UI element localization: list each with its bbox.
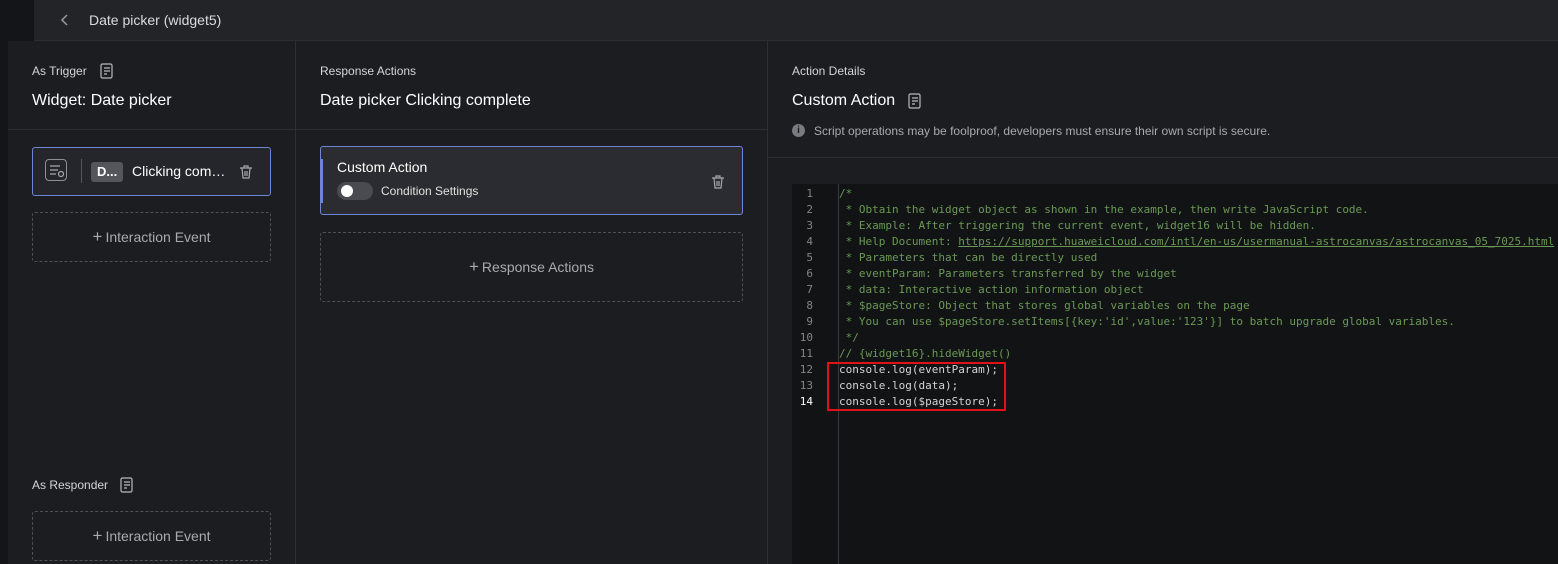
add-interaction-event-button[interactable]: + Interaction Event (32, 212, 271, 262)
selected-indicator (320, 159, 323, 203)
code-line: /* (839, 187, 853, 200)
line-number: 2 (806, 203, 813, 216)
plus-icon: + (92, 227, 103, 246)
trash-icon[interactable] (238, 164, 254, 180)
page-title: Date picker (widget5) (89, 12, 222, 28)
code-line: * eventParam: Parameters transferred by … (839, 267, 1177, 280)
code-line: console.log($pageStore); (839, 395, 998, 408)
condition-settings-label: Condition Settings (381, 184, 479, 198)
code-line: * You can use $pageStore.setItems[{key:'… (839, 315, 1455, 328)
code-line: */ (839, 331, 859, 344)
toggle-knob (341, 185, 353, 197)
add-response-action-button[interactable]: + Response Actions (320, 232, 743, 302)
response-title: Date picker Clicking complete (320, 92, 531, 109)
plus-icon: + (92, 526, 103, 545)
trigger-event-card[interactable]: D... Clicking complete (32, 147, 271, 196)
separator (81, 159, 82, 183)
divider (8, 129, 295, 130)
interaction-panel: As Trigger Widget: Date picker D... Clic… (8, 41, 1558, 564)
security-notice: Script operations may be foolproof, deve… (814, 124, 1271, 138)
document-help-icon[interactable] (100, 63, 114, 79)
info-icon: i (792, 124, 805, 137)
line-number: 13 (799, 379, 813, 392)
document-help-icon[interactable] (120, 477, 134, 493)
code-editor[interactable]: 1 /* 2 * Obtain the widget object as shown… (792, 184, 1558, 564)
code-line: // {widget16}.hideWidget() (839, 347, 1012, 360)
line-number: 3 (806, 219, 813, 232)
line-number: 11 (799, 347, 813, 360)
custom-action-card[interactable]: Custom Action Condition Settings (320, 146, 743, 215)
trigger-widget-title: Widget: Date picker (32, 92, 172, 109)
line-number: 1 (806, 187, 813, 200)
code-line: console.log(eventParam); (839, 363, 998, 376)
line-number: 10 (799, 331, 813, 344)
line-number: 4 (806, 235, 813, 248)
trigger-column: As Trigger Widget: Date picker D... Clic… (8, 41, 296, 564)
trash-icon[interactable] (710, 174, 726, 190)
add-action-label: Response Actions (481, 259, 594, 275)
divider (296, 129, 767, 130)
response-actions-label: Response Actions (320, 64, 417, 78)
add-event-label: Interaction Event (105, 229, 211, 245)
code-line: console.log(data); (839, 379, 959, 392)
line-number: 8 (806, 299, 813, 312)
action-details-column: Action Details Custom Action i Script op… (768, 41, 1558, 564)
line-number: 14 (799, 395, 813, 408)
as-responder-label: As Responder (32, 478, 109, 492)
document-help-icon[interactable] (908, 93, 922, 109)
as-trigger-label: As Trigger (32, 64, 87, 78)
add-responder-event-button[interactable]: + Interaction Event (32, 511, 271, 561)
code-line: * Help Document: https://support.huaweic… (839, 235, 1555, 248)
response-actions-column: Response Actions Date picker Clicking co… (296, 41, 768, 564)
event-label: Clicking complete (132, 163, 232, 179)
line-number: 9 (806, 315, 813, 328)
code-line: * data: Interactive action information o… (839, 283, 1144, 296)
line-number: 5 (806, 251, 813, 264)
action-details-label: Action Details (792, 64, 866, 78)
event-list-icon (45, 159, 67, 181)
code-line: * $pageStore: Object that stores global … (839, 299, 1250, 312)
help-document-link[interactable]: https://support.huaweicloud.com/intl/en-… (958, 235, 1554, 248)
divider (768, 157, 1558, 158)
code-line: * Obtain the widget object as shown in t… (839, 203, 1369, 216)
condition-toggle[interactable] (337, 182, 373, 200)
top-bar: Date picker (widget5) (34, 0, 1558, 41)
add-event-label: Interaction Event (105, 528, 211, 544)
action-name: Custom Action (337, 159, 428, 175)
code-line: * Parameters that can be directly used (839, 251, 1098, 264)
event-widget-tag: D... (91, 162, 124, 182)
line-number: 7 (806, 283, 813, 296)
code-line: * Example: After triggering the current … (839, 219, 1316, 232)
plus-icon: + (468, 257, 479, 276)
line-number: 6 (806, 267, 813, 280)
chevron-left-icon[interactable] (56, 11, 74, 29)
details-title: Custom Action (792, 92, 896, 109)
line-number: 12 (799, 363, 813, 376)
